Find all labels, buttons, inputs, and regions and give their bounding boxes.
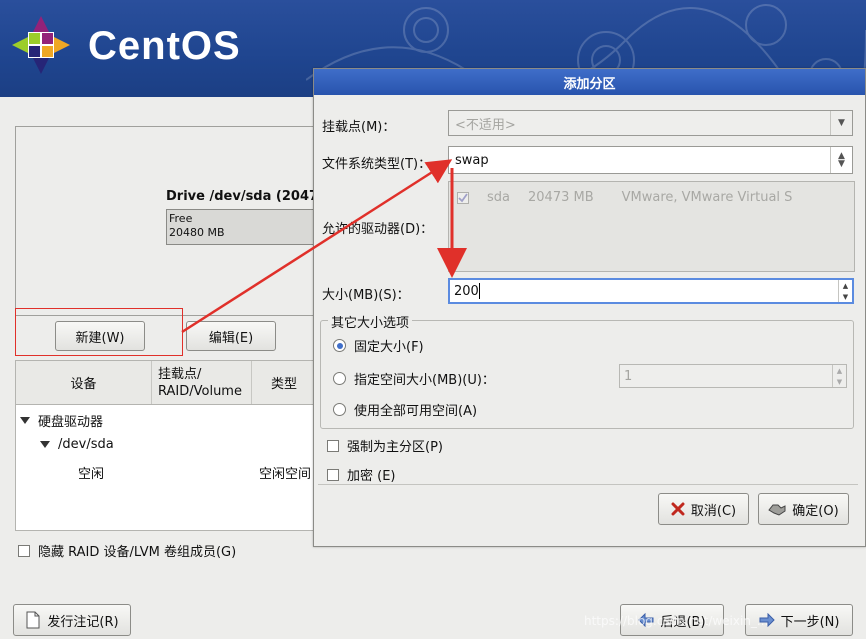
up-to-size-value: 1: [624, 368, 633, 384]
column-type-label: 类型: [270, 377, 297, 392]
encrypt-option[interactable]: 加密 (E): [327, 465, 396, 484]
tree-row-device[interactable]: /dev/sda: [40, 437, 114, 452]
drive-title: Drive /dev/sda (2047: [166, 189, 319, 204]
stepper-down-icon: ▼: [836, 377, 843, 386]
expander-down-icon[interactable]: [20, 417, 30, 424]
fixed-size-radio[interactable]: [333, 339, 346, 352]
fill-all-label: 使用全部可用空间(A): [354, 404, 478, 419]
tree-label: /dev/sda: [58, 437, 114, 452]
expander-down-icon[interactable]: [40, 441, 50, 448]
size-label: 大小(MB)(S)：: [322, 288, 410, 303]
stepper-up-icon[interactable]: ▲: [843, 282, 848, 290]
handshake-icon: [768, 504, 786, 516]
fill-all-option[interactable]: 使用全部可用空间(A): [333, 400, 477, 419]
allowed-drives-label: 允许的驱动器(D)：: [322, 222, 434, 237]
drive-size: 20473 MB: [528, 190, 594, 205]
up-to-stepper: ▲ ▼: [832, 365, 846, 387]
stepper-down-icon[interactable]: ▼: [843, 293, 848, 301]
up-to-size-option[interactable]: 指定空间大小(MB)(U)：: [333, 369, 495, 388]
encrypt-checkbox[interactable]: [327, 468, 339, 481]
up-to-size-label: 指定空间大小(MB)(U)：: [354, 373, 495, 388]
text-cursor: [478, 283, 480, 299]
edit-button[interactable]: 编辑(E): [186, 321, 276, 351]
allowed-drives-list: sda 20473 MB VMware, VMware Virtual S: [448, 181, 855, 272]
brand-name: CentOS: [88, 24, 241, 68]
fs-type-label: 文件系统类型(T)：: [322, 157, 432, 172]
hide-raid-option[interactable]: 隐藏 RAID 设备/LVM 卷组成员(G): [18, 541, 236, 560]
release-notes-label: 发行注记(R): [47, 614, 119, 630]
encrypt-label: 加密 (E): [347, 469, 396, 484]
force-primary-label: 强制为主分区(P): [347, 440, 443, 455]
watermark-text: https://blog.csdn.net/weixin_...: [584, 614, 769, 628]
ok-label: 确定(O): [792, 503, 839, 519]
close-icon: [671, 502, 685, 516]
tree-cell-free-type: 空闲空间: [259, 463, 311, 482]
fill-all-radio[interactable]: [333, 403, 346, 416]
force-primary-option[interactable]: 强制为主分区(P): [327, 436, 443, 455]
cancel-label: 取消(C): [690, 503, 737, 519]
column-mount-label: 挂载点/ RAID/Volume: [158, 366, 242, 399]
cancel-button[interactable]: 取消(C): [658, 493, 749, 525]
column-mount[interactable]: 挂载点/ RAID/Volume: [152, 361, 252, 404]
mount-point-label: 挂载点(M)：: [322, 120, 396, 135]
hide-raid-checkbox[interactable]: [18, 544, 30, 557]
drive-model: VMware, VMware Virtual S: [621, 190, 793, 205]
tree-type-label: 空闲空间: [259, 467, 312, 482]
edit-button-label: 编辑(E): [208, 330, 254, 346]
dialog-separator: [318, 484, 858, 485]
tree-row-hard-drives[interactable]: 硬盘驱动器: [20, 411, 103, 430]
column-device-label: 设备: [70, 377, 97, 392]
size-value: 200: [454, 283, 479, 299]
fixed-size-label: 固定大小(F): [354, 340, 424, 355]
centos-logo-icon: [12, 16, 70, 74]
size-input[interactable]: 200 ▲ ▼: [448, 278, 854, 304]
drive-checkbox: [457, 191, 469, 204]
column-type[interactable]: 类型: [252, 361, 316, 404]
new-button-label: 新建(W): [75, 330, 125, 346]
ok-button[interactable]: 确定(O): [758, 493, 849, 525]
free-label: Free: [169, 212, 193, 225]
fs-type-value: swap: [455, 152, 489, 168]
mount-point-combo: <不适用> ▼: [448, 110, 853, 136]
column-device[interactable]: 设备: [16, 361, 152, 404]
chevron-down-icon: ▼: [830, 111, 852, 135]
hide-raid-label: 隐藏 RAID 设备/LVM 卷组成员(G): [38, 545, 237, 560]
fs-type-combo[interactable]: swap ▲ ▼: [448, 146, 853, 174]
partition-tree[interactable]: 硬盘驱动器 /dev/sda 空闲 空闲空间: [15, 405, 315, 531]
up-to-size-input: 1 ▲ ▼: [619, 364, 847, 388]
updown-arrows-icon[interactable]: ▲ ▼: [830, 147, 852, 173]
tree-label: 空闲: [78, 467, 105, 482]
document-icon: [26, 611, 40, 629]
size-stepper[interactable]: ▲ ▼: [838, 280, 852, 302]
fixed-size-option[interactable]: 固定大小(F): [333, 336, 424, 355]
force-primary-checkbox[interactable]: [327, 439, 339, 452]
free-size: 20480 MB: [169, 226, 225, 239]
other-size-options-title: 其它大小选项: [328, 312, 413, 331]
tree-row-free[interactable]: 空闲: [78, 463, 104, 482]
next-label: 下一步(N): [780, 614, 840, 630]
drive-name: sda: [487, 190, 510, 205]
dialog-title-bar[interactable]: 添加分区: [314, 69, 865, 95]
drive-row-sda: sda 20473 MB VMware, VMware Virtual S: [457, 190, 792, 205]
mount-point-value: <不适用>: [455, 117, 516, 133]
partition-table-header: 设备 挂载点/ RAID/Volume 类型: [15, 360, 315, 405]
tree-label: 硬盘驱动器: [38, 415, 104, 430]
drive-free-segment[interactable]: Free 20480 MB: [166, 209, 315, 245]
up-to-size-radio[interactable]: [333, 372, 346, 385]
check-icon: [458, 192, 468, 202]
release-notes-button[interactable]: 发行注记(R): [13, 604, 131, 636]
dialog-title: 添加分区: [563, 76, 616, 92]
new-button[interactable]: 新建(W): [55, 321, 145, 351]
stepper-up-icon: ▲: [836, 366, 843, 375]
